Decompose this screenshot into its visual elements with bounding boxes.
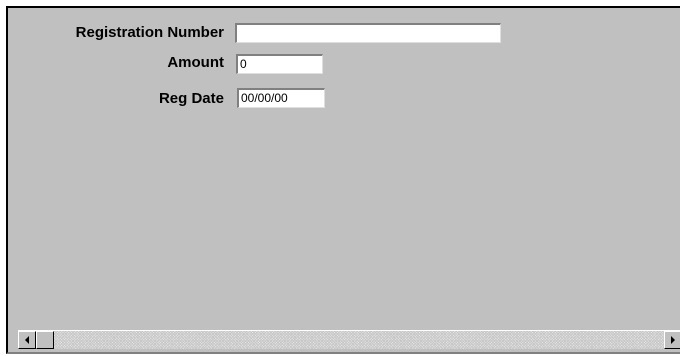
reg-date-label: Reg Date [158, 90, 224, 107]
form-window: Registration Number Amount 0 Reg Date 00… [6, 6, 680, 354]
reg-date-field[interactable]: 00/00/00 [237, 88, 325, 108]
scroll-left-button[interactable] [18, 331, 36, 349]
amount-field[interactable]: 0 [236, 54, 323, 74]
amount-label-wrap: Amount [8, 54, 224, 74]
amount-label: Amount [167, 54, 224, 71]
arrow-right-icon [671, 336, 675, 344]
horizontal-scrollbar[interactable] [18, 330, 680, 349]
arrow-left-icon [25, 336, 29, 344]
reg-date-label-wrap: Reg Date [8, 90, 224, 110]
registration-number-label-wrap: Registration Number [8, 24, 224, 44]
scroll-thumb[interactable] [36, 331, 54, 349]
registration-number-label: Registration Number [75, 24, 224, 41]
registration-number-field[interactable] [235, 23, 501, 43]
scroll-right-button[interactable] [664, 331, 680, 349]
